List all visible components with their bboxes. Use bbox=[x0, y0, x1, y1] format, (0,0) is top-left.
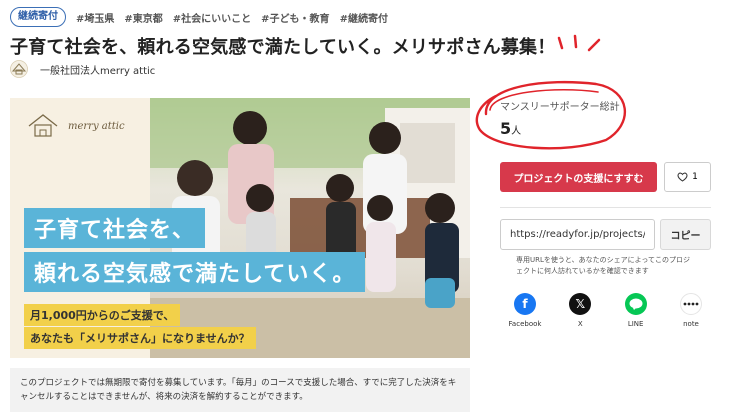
copy-url-button[interactable]: コピー bbox=[660, 219, 711, 250]
organization[interactable]: 一般社団法人merry attic bbox=[10, 60, 155, 78]
supporter-count-unit: 人 bbox=[511, 126, 522, 137]
share-label: Facebook bbox=[508, 320, 542, 328]
tag-row: 継続寄付 #埼玉県 #東京都 #社会にいいこと #子ども・教育 #継続寄付 bbox=[10, 7, 388, 27]
house-logo-icon bbox=[28, 114, 58, 137]
donation-type-badge[interactable]: 継続寄付 bbox=[10, 7, 66, 27]
donation-note: このプロジェクトでは無期限で寄付を募集しています。「毎月」のコースで支援した場合… bbox=[10, 368, 470, 412]
share-note[interactable]: note bbox=[671, 293, 711, 328]
share-url-note: 専用URLを使うと、あなたのシェアによってこのプロジェクトに何人訪れているかを確… bbox=[516, 256, 691, 275]
share-buttons: f Facebook 𝕏 X LINE note bbox=[505, 293, 711, 328]
hero-headline-1: 子育て社会を、 bbox=[24, 208, 206, 248]
supporter-summary: マンスリーサポーター総計 5人 bbox=[500, 98, 620, 138]
brand-mark: merry attic bbox=[26, 112, 125, 140]
like-count: 1 bbox=[692, 172, 698, 182]
supporter-label: マンスリーサポーター総計 bbox=[500, 102, 620, 113]
share-label: note bbox=[683, 320, 699, 328]
share-label: LINE bbox=[627, 320, 644, 328]
supporter-count-value: 5 bbox=[500, 119, 512, 138]
hero-image: merry attic 子育て社会を、 頼れる空気感で満たしていく。 月1,00… bbox=[10, 98, 470, 358]
annotation-marks bbox=[557, 34, 601, 52]
tag-link[interactable]: #社会にいいこと bbox=[173, 10, 251, 25]
tag-link[interactable]: #子ども・教育 bbox=[261, 10, 329, 25]
hero-headline-2: 頼れる空気感で満たしていく。 bbox=[24, 252, 366, 292]
tag-link[interactable]: #東京都 bbox=[124, 10, 162, 25]
share-line[interactable]: LINE bbox=[616, 293, 656, 328]
share-url-field[interactable] bbox=[500, 219, 655, 250]
line-icon bbox=[624, 293, 647, 315]
share-label: X bbox=[577, 320, 583, 328]
page-title: 子育て社会を、頼れる空気感で満たしていく。メリサポさん募集！ bbox=[10, 37, 556, 58]
facebook-icon: f bbox=[514, 293, 536, 315]
tag-link[interactable]: #埼玉県 bbox=[76, 10, 114, 25]
like-button[interactable]: 1 bbox=[664, 162, 711, 192]
note-icon bbox=[679, 293, 702, 315]
hero-subtext-2: あなたも「メリサポさん」になりませんか？ bbox=[24, 327, 256, 349]
x-icon: 𝕏 bbox=[569, 293, 592, 315]
brand-text: merry attic bbox=[68, 120, 125, 132]
support-project-button[interactable]: プロジェクトの支援にすすむ bbox=[500, 162, 657, 192]
tag-link[interactable]: #継続寄付 bbox=[340, 10, 388, 25]
share-facebook[interactable]: f Facebook bbox=[505, 293, 545, 328]
share-x[interactable]: 𝕏 X bbox=[560, 293, 600, 328]
organization-logo-icon bbox=[10, 60, 28, 78]
supporter-count: 5人 bbox=[500, 119, 620, 138]
heart-icon bbox=[677, 172, 688, 182]
divider bbox=[500, 207, 711, 208]
organization-name[interactable]: 一般社団法人merry attic bbox=[40, 62, 155, 77]
hero-subtext-1: 月1,000円からのご支援で、 bbox=[24, 304, 181, 326]
